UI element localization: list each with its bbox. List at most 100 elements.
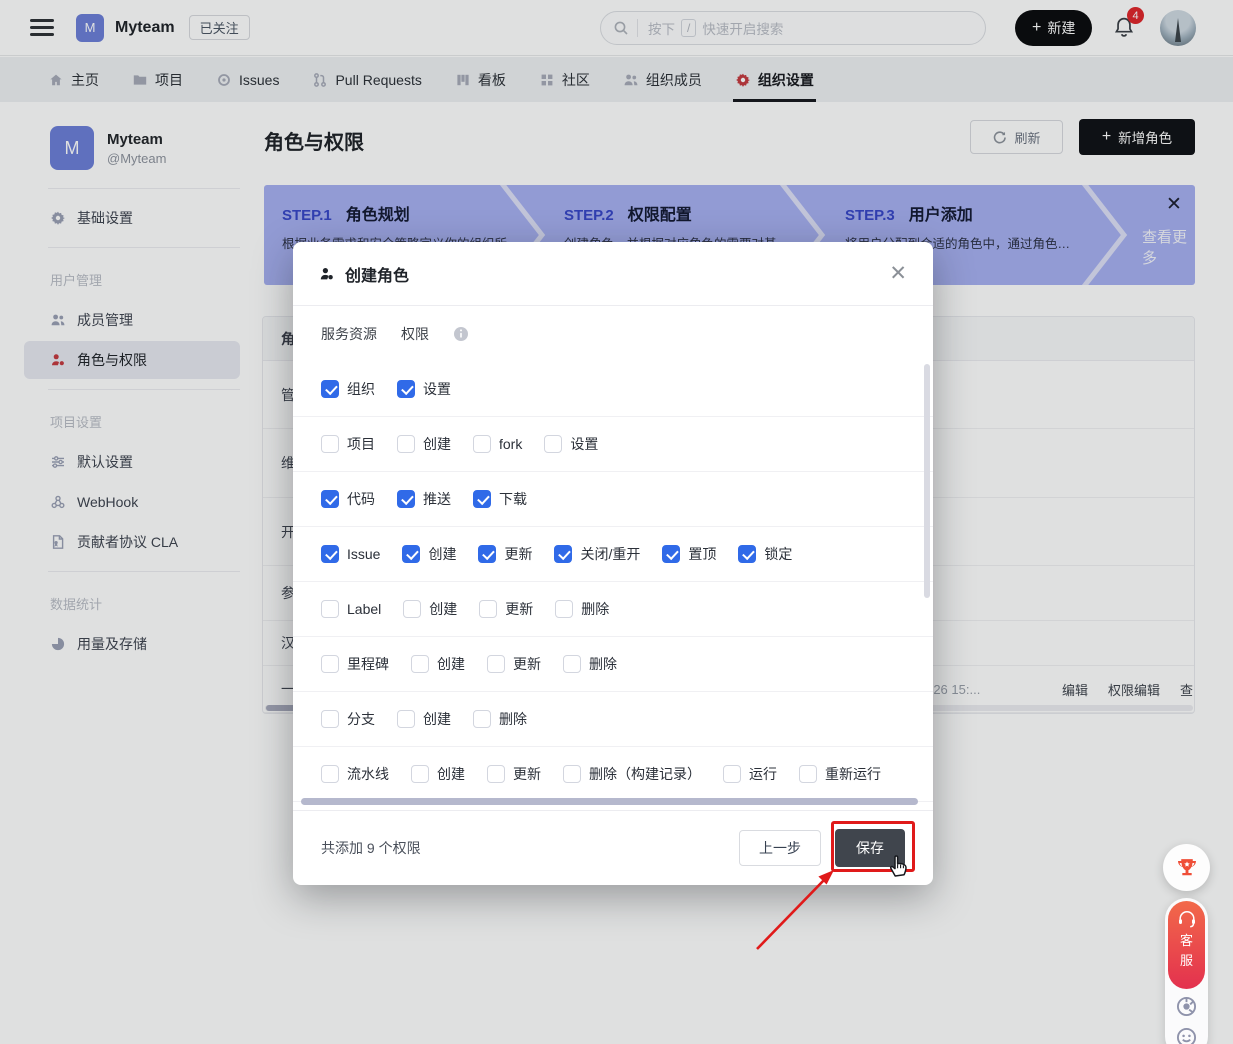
permission-row: 里程碑 创建 更新 删除 [293,637,933,692]
permission-checkbox-item[interactable]: 代码 [321,489,375,509]
permission-row: 流水线 创建 更新 删除（构建记录） 运行 重新运行 [293,747,933,802]
permission-checkbox-item[interactable]: 设置 [544,434,598,454]
permission-checkbox-item[interactable]: 创建 [411,764,465,784]
checkbox-checked[interactable] [473,490,491,508]
modal-vertical-scrollbar[interactable] [924,364,930,598]
checkbox-checked[interactable] [478,545,496,563]
checkbox-checked[interactable] [738,545,756,563]
trophy-icon [1175,856,1199,880]
permission-label: 更新 [504,544,532,564]
save-button[interactable]: 保存 [835,829,905,867]
checkbox-unchecked[interactable] [563,765,581,783]
permission-checkbox-item[interactable]: 删除 [473,709,527,729]
permission-row: 分支 创建 删除 [293,692,933,747]
permission-checkbox-item[interactable]: 创建 [403,599,457,619]
checkbox-checked[interactable] [554,545,572,563]
checkbox-unchecked[interactable] [487,655,505,673]
permission-label: Label [347,601,381,617]
rewards-button[interactable] [1163,844,1210,891]
permission-checkbox-item[interactable]: 下载 [473,489,527,509]
checkbox-unchecked[interactable] [473,710,491,728]
modal-header: 创建角色 ✕ [293,242,933,306]
permission-checkbox-item[interactable]: 更新 [487,764,541,784]
permission-checkbox-item[interactable]: 删除 [555,599,609,619]
checkbox-unchecked[interactable] [403,600,421,618]
permission-checkbox-item[interactable]: 删除 [563,654,617,674]
modal-footer: 共添加 9 个权限 上一步 保存 [293,810,933,885]
permission-checkbox-item[interactable]: 组织 [321,379,375,399]
permission-checkbox-item[interactable]: 创建 [411,654,465,674]
permission-checkbox-item[interactable]: 重新运行 [799,764,881,784]
checkbox-unchecked[interactable] [487,765,505,783]
smiley-icon[interactable] [1175,1026,1198,1044]
checkbox-checked[interactable] [662,545,680,563]
permission-checkbox-item[interactable]: fork [473,435,522,453]
tab-permission[interactable]: 权限 [401,324,429,344]
permission-label: 删除 [581,599,609,619]
permission-checkbox-item[interactable]: 锁定 [738,544,792,564]
checkbox-unchecked[interactable] [397,710,415,728]
checkbox-unchecked[interactable] [479,600,497,618]
permission-label: 更新 [505,599,533,619]
headset-icon [1177,910,1197,928]
checkbox-unchecked[interactable] [397,435,415,453]
permission-label: 置顶 [688,544,716,564]
shutter-logo-icon[interactable] [1175,995,1198,1018]
permission-label: 关闭/重开 [580,544,640,564]
permission-checkbox-item[interactable]: 运行 [723,764,777,784]
permission-checkbox-item[interactable]: 流水线 [321,764,389,784]
checkbox-checked[interactable] [397,380,415,398]
checkbox-checked[interactable] [397,490,415,508]
permission-checkbox-item[interactable]: 置顶 [662,544,716,564]
permission-checkbox-item[interactable]: 设置 [397,379,451,399]
permission-label: 创建 [437,654,465,674]
permission-label: 创建 [429,599,457,619]
permission-checkbox-item[interactable]: 分支 [321,709,375,729]
modal-column-headers: 服务资源 权限 [293,306,933,362]
modal-horizontal-scrollbar[interactable] [301,798,918,805]
modal-close-icon[interactable]: ✕ [889,263,907,284]
checkbox-unchecked[interactable] [723,765,741,783]
permission-checkbox-item[interactable]: 更新 [479,599,533,619]
permission-checkbox-item[interactable]: 里程碑 [321,654,389,674]
checkbox-unchecked[interactable] [473,435,491,453]
customer-service-button[interactable]: 客服 [1168,901,1205,989]
permission-row: 代码 推送 下载 [293,472,933,527]
checkbox-checked[interactable] [402,545,420,563]
permission-checkbox-item[interactable]: 更新 [478,544,532,564]
checkbox-unchecked[interactable] [563,655,581,673]
tab-service-resource[interactable]: 服务资源 [321,324,377,344]
permission-checkbox-item[interactable]: 创建 [397,434,451,454]
checkbox-unchecked[interactable] [321,600,339,618]
permission-checkbox-item[interactable]: Label [321,600,381,618]
info-icon[interactable] [453,326,469,342]
permission-checkbox-item[interactable]: 删除（构建记录） [563,764,701,784]
checkbox-unchecked[interactable] [544,435,562,453]
permission-checkbox-item[interactable]: Issue [321,545,380,563]
checkbox-checked[interactable] [321,380,339,398]
permission-checkbox-item[interactable]: 创建 [402,544,456,564]
permission-checkbox-item[interactable]: 创建 [397,709,451,729]
permissions-summary: 共添加 9 个权限 [321,838,421,858]
permission-label: 创建 [428,544,456,564]
permissions-list: 组织设置项目创建fork设置代码推送下载Issue创建更新关闭/重开置顶锁定La… [293,362,933,810]
permission-checkbox-item[interactable]: 更新 [487,654,541,674]
checkbox-checked[interactable] [321,545,339,563]
checkbox-unchecked[interactable] [321,655,339,673]
permission-label: 设置 [423,379,451,399]
permission-label: 项目 [347,434,375,454]
checkbox-unchecked[interactable] [411,765,429,783]
permission-checkbox-item[interactable]: 关闭/重开 [554,544,640,564]
checkbox-checked[interactable] [321,490,339,508]
previous-step-button[interactable]: 上一步 [739,830,821,866]
checkbox-unchecked[interactable] [321,710,339,728]
checkbox-unchecked[interactable] [321,765,339,783]
permission-label: 代码 [347,489,375,509]
checkbox-unchecked[interactable] [321,435,339,453]
checkbox-unchecked[interactable] [799,765,817,783]
checkbox-unchecked[interactable] [555,600,573,618]
permission-label: 设置 [570,434,598,454]
checkbox-unchecked[interactable] [411,655,429,673]
permission-checkbox-item[interactable]: 项目 [321,434,375,454]
permission-checkbox-item[interactable]: 推送 [397,489,451,509]
